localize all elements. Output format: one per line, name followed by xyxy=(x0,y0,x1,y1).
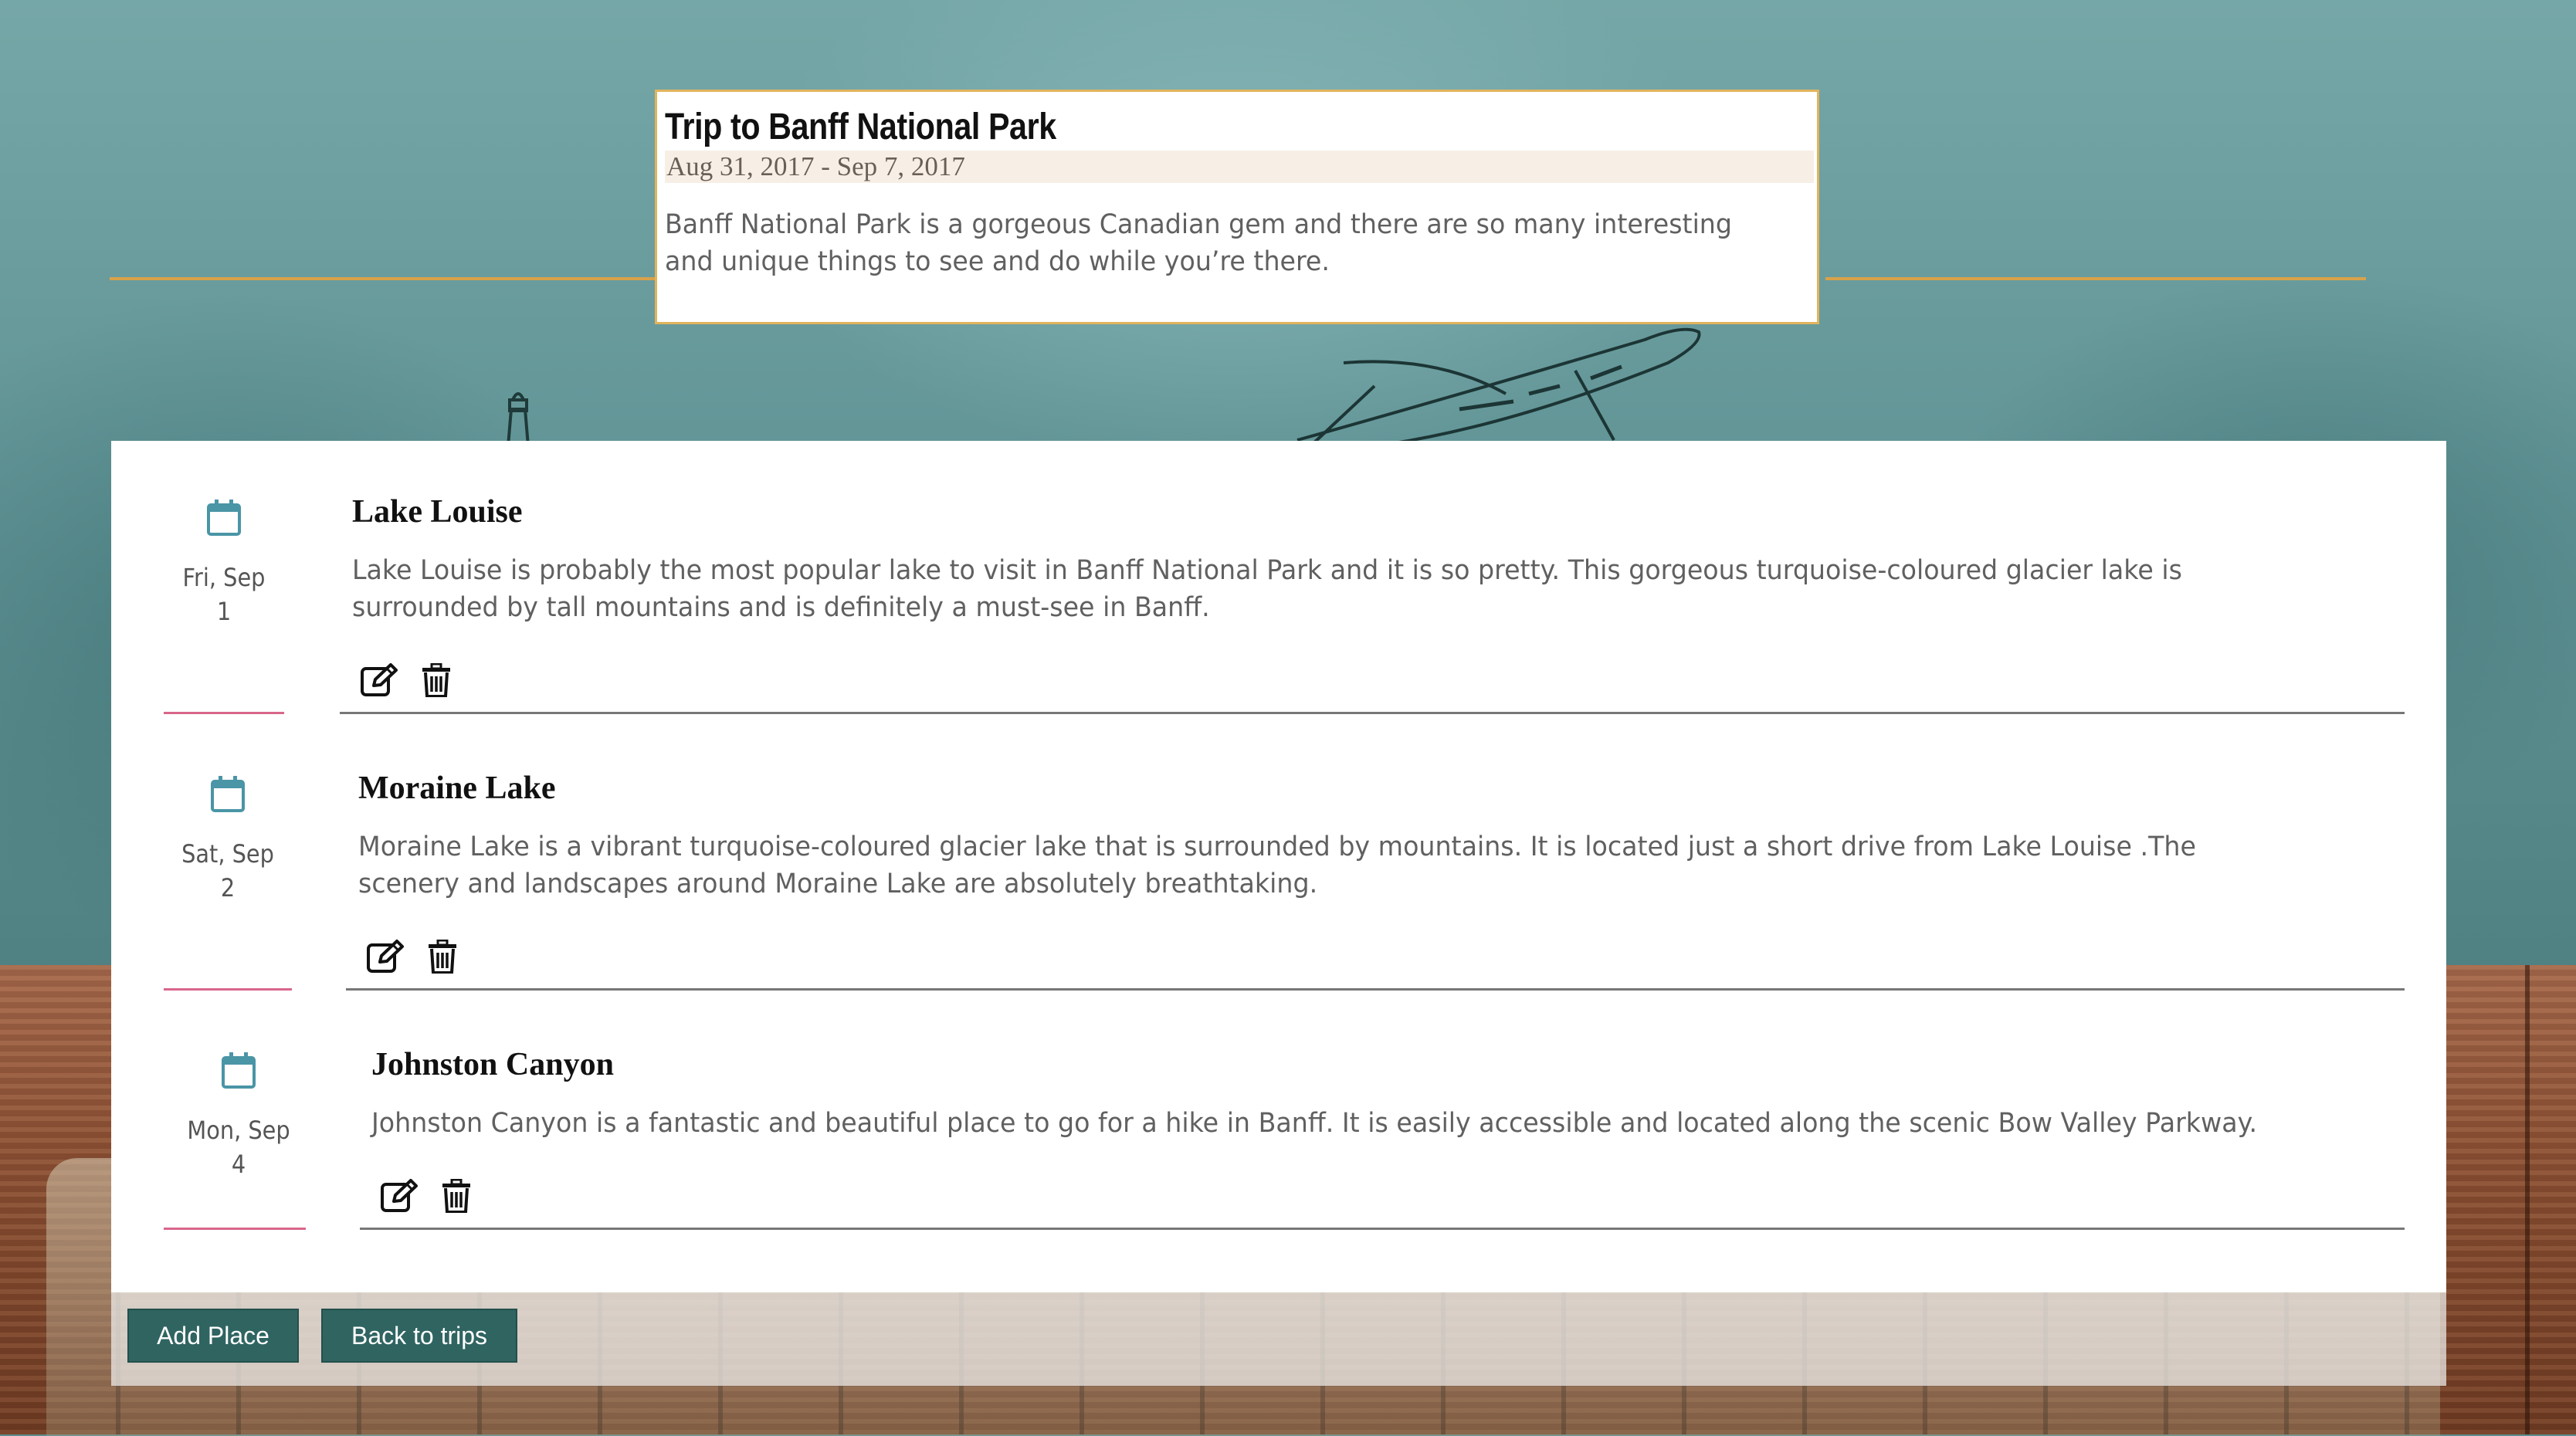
calendar-icon xyxy=(211,776,245,812)
edit-icon xyxy=(381,1179,418,1212)
place-name: Moraine Lake xyxy=(358,770,556,806)
edit-place-button[interactable] xyxy=(366,939,405,977)
place-item: Fri, Sep 1 Lake Louise Lake Louise is pr… xyxy=(111,441,2446,716)
trash-icon xyxy=(429,939,456,974)
places-panel: Fri, Sep 1 Lake Louise Lake Louise is pr… xyxy=(111,441,2446,1292)
edit-place-button[interactable] xyxy=(380,1178,419,1217)
calendar-icon xyxy=(207,500,241,536)
place-description: Johnston Canyon is a fantastic and beaut… xyxy=(371,1108,2258,1139)
place-day: Sat, Sep xyxy=(181,839,274,869)
trash-icon xyxy=(442,1178,470,1214)
delete-place-button[interactable] xyxy=(428,939,457,977)
place-day: Fri, Sep xyxy=(182,563,266,592)
back-to-trips-button[interactable]: Back to trips xyxy=(321,1309,517,1363)
trash-icon xyxy=(422,662,450,698)
edit-place-button[interactable] xyxy=(360,662,398,701)
airplane-sketch-icon xyxy=(1296,327,1701,445)
edit-icon xyxy=(361,663,398,696)
place-description: Moraine Lake is a vibrant turquoise-colo… xyxy=(358,831,2196,899)
trip-header-card: Trip to Banff National Park Aug 31, 2017… xyxy=(655,90,1819,324)
place-date: Fri, Sep 1 xyxy=(162,497,286,628)
place-date-number: 2 xyxy=(220,873,236,903)
place-name: Lake Louise xyxy=(352,494,523,530)
delete-place-button[interactable] xyxy=(422,662,451,700)
trip-title: Trip to Banff National Park xyxy=(665,107,1056,147)
place-divider xyxy=(340,712,2405,714)
date-underline xyxy=(164,988,292,991)
header-divider-left xyxy=(110,277,655,280)
calendar-icon xyxy=(222,1052,256,1089)
place-date: Sat, Sep 2 xyxy=(166,774,290,905)
place-date: Mon, Sep 4 xyxy=(173,1050,304,1181)
date-underline xyxy=(164,1228,306,1230)
delete-place-button[interactable] xyxy=(442,1178,471,1216)
place-item: Sat, Sep 2 Moraine Lake Moraine Lake is … xyxy=(111,717,2446,992)
lighthouse-sketch-icon xyxy=(507,392,530,447)
place-divider xyxy=(360,1228,2405,1230)
place-item: Mon, Sep 4 Johnston Canyon Johnston Cany… xyxy=(111,994,2446,1268)
trip-description: Banff National Park is a gorgeous Canadi… xyxy=(665,209,1732,277)
place-description: Lake Louise is probably the most popular… xyxy=(352,555,2182,623)
place-divider xyxy=(346,988,2405,991)
date-underline xyxy=(164,712,284,714)
edit-icon xyxy=(367,940,404,973)
trip-dates: Aug 31, 2017 - Sep 7, 2017 xyxy=(665,151,1814,183)
place-date-number: 1 xyxy=(216,597,232,626)
place-date-number: 4 xyxy=(231,1150,246,1179)
button-bar: Add Place Back to trips xyxy=(111,1292,2446,1386)
place-name: Johnston Canyon xyxy=(371,1047,614,1082)
header-divider-right xyxy=(1825,277,2366,280)
place-day: Mon, Sep xyxy=(187,1116,290,1145)
add-place-button[interactable]: Add Place xyxy=(127,1309,299,1363)
